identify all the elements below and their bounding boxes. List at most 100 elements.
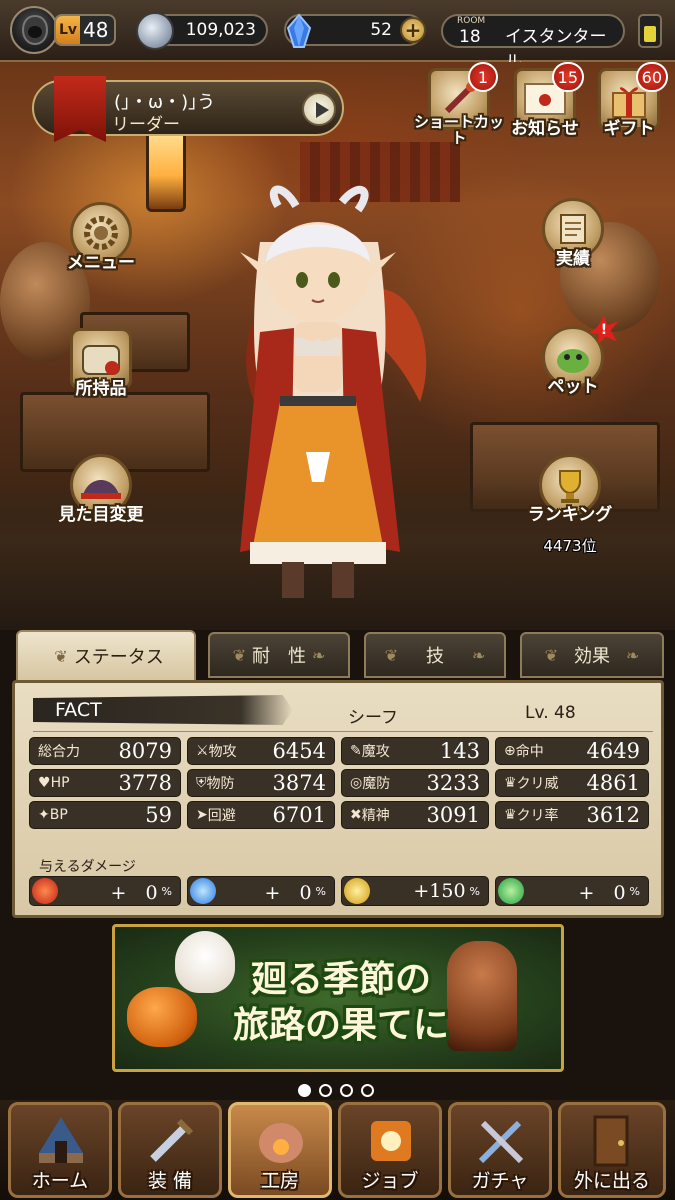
forge-icon (259, 1123, 303, 1163)
room-scene: (｣・ω・)｣う リーダー ショートカット 1 お知らせ 15 ギフト 60 メ… (0, 62, 675, 630)
nav-home[interactable]: ホーム (8, 1102, 112, 1198)
gift-button[interactable]: ギフト 60 (584, 62, 674, 139)
crystal-counter: 52 + (284, 13, 426, 48)
room-label: ROOM (457, 16, 486, 26)
page-dot[interactable] (340, 1084, 353, 1097)
damage-value: + 0 (110, 881, 158, 904)
stat-crit-rate: ♛ クリ率 3612 (495, 801, 649, 829)
ornament-icon: ❧ (472, 645, 486, 665)
menu-button[interactable]: メニュー (56, 202, 146, 273)
ice-icon (190, 878, 216, 904)
page-dot[interactable] (361, 1084, 374, 1097)
nav-job[interactable]: ジョブ (338, 1102, 442, 1198)
pet-button[interactable]: ペット ! (528, 316, 618, 397)
stat-value: 3612 (586, 803, 640, 827)
items-button[interactable]: 所持品 (56, 328, 146, 399)
stat-label: 精神 (361, 808, 390, 824)
ranking-label: ランキング (527, 505, 613, 525)
nav-gacha[interactable]: ガチャ (448, 1102, 552, 1198)
battery-icon (638, 14, 662, 48)
tent-icon (39, 1117, 83, 1163)
player-avatar[interactable] (10, 6, 58, 54)
nav-go-out[interactable]: 外に出る (558, 1102, 666, 1198)
stat-bp: ✦ BP 59 (29, 801, 181, 829)
tab-resistance-label: 耐 性 (252, 646, 306, 667)
stat-hp: ♥ HP 3778 (29, 769, 181, 797)
stat-label: BP (49, 807, 68, 823)
news-button[interactable]: お知らせ 15 (500, 62, 590, 139)
appearance-button[interactable]: 見た目変更 (56, 454, 146, 525)
stat-value: 4861 (586, 771, 640, 795)
stat-crit-power: ♛ クリ威 4861 (495, 769, 649, 797)
add-crystal-button[interactable]: + (400, 17, 426, 43)
nav-equipment[interactable]: 装 備 (118, 1102, 222, 1198)
page-dot[interactable] (298, 1084, 311, 1097)
stat-label: クリ率 (516, 808, 559, 824)
gil-value: 109,023 (185, 20, 256, 40)
stat-value: 3874 (272, 771, 326, 795)
damage-lightning: +150 % (341, 876, 489, 906)
stat-label: 物攻 (208, 744, 237, 760)
news-label: お知らせ (511, 119, 579, 139)
character-name: FACT (55, 699, 102, 721)
ornament-icon: ❦ (544, 645, 558, 665)
nav-home-label: ホーム (31, 1170, 89, 1192)
room-indicator[interactable]: ROOM 18 イスタンタール (441, 14, 625, 72)
ranking-button[interactable]: ランキング 4473位 (510, 454, 630, 556)
stat-accuracy: ⊕ 命中 4649 (495, 737, 649, 765)
tab-resistance[interactable]: ❦ 耐 性 ❧ (208, 632, 350, 678)
sword-icon: ⚔ (196, 743, 209, 759)
gil-coin-icon (136, 12, 174, 50)
stat-magic-attack: ✎ 魔攻 143 (341, 737, 489, 765)
tab-skills[interactable]: ❦ 技 ❧ (364, 632, 506, 678)
stat-label: 命中 (515, 744, 544, 760)
tab-effects[interactable]: ❦ 効果 ❧ (520, 632, 664, 678)
heart-icon: ♥ (38, 775, 51, 791)
ornament-icon: ❧ (312, 645, 326, 665)
achievements-label: 実績 (556, 249, 590, 269)
damage-value: + 0 (264, 881, 312, 904)
stat-label: クリ威 (516, 776, 559, 792)
stat-value: 3091 (426, 803, 480, 827)
door-icon (593, 1115, 629, 1167)
leader-plate[interactable]: (｣・ω・)｣う リーダー (32, 76, 344, 142)
tab-skills-label: 技 (426, 646, 444, 667)
stat-spirit: ✖ 精神 3091 (341, 801, 489, 829)
leader-label: リーダー (112, 115, 180, 135)
banner-title: 廻る季節の 旅路の果てに (211, 957, 471, 1049)
tab-effects-label: 効果 (574, 646, 610, 667)
event-banner[interactable]: 廻る季節の 旅路の果てに (112, 924, 564, 1072)
room-number: 18 (459, 27, 481, 47)
stat-total-power: 総合力 8079 (29, 737, 181, 765)
level-tag: Lv (56, 16, 81, 44)
job-stone-icon (371, 1121, 411, 1161)
achievements-button[interactable]: 実績 (528, 198, 618, 269)
stat-label: 魔攻 (361, 744, 390, 760)
ornament-icon: ❦ (384, 645, 398, 665)
page-dot[interactable] (319, 1084, 332, 1097)
sword-icon (150, 1118, 194, 1162)
stat-value: 3778 (118, 771, 172, 795)
stat-label: HP (50, 775, 70, 791)
damage-fire: + 0 % (29, 876, 181, 906)
damage-unit: % (161, 884, 172, 898)
stat-label: 総合力 (38, 744, 80, 760)
pet-label: ペット (547, 377, 599, 397)
nav-go-out-label: 外に出る (573, 1170, 650, 1192)
staff-icon: ✎ (350, 743, 362, 759)
job-name: シーフ (348, 708, 398, 728)
bottom-nav: ホーム 装 備 工房 ジョブ ガチャ 外に出る (0, 1100, 675, 1200)
damage-title: 与えるダメージ (39, 859, 136, 875)
appearance-label: 見た目変更 (58, 505, 144, 525)
leader-emblem-icon (54, 76, 106, 142)
tab-status[interactable]: ❦ ステータス (16, 630, 196, 682)
damage-ice: + 0 % (187, 876, 335, 906)
leader-play-button[interactable] (302, 92, 336, 126)
player-character[interactable] (210, 182, 470, 602)
ranking-position: 4473位 (543, 537, 597, 555)
boot-icon: ➤ (196, 807, 208, 823)
stat-magic-defense: ◎ 魔防 3233 (341, 769, 489, 797)
shortcut-button[interactable]: ショートカット 1 (414, 62, 504, 146)
target-icon: ⊕ (504, 743, 516, 759)
nav-workshop[interactable]: 工房 (228, 1102, 332, 1198)
